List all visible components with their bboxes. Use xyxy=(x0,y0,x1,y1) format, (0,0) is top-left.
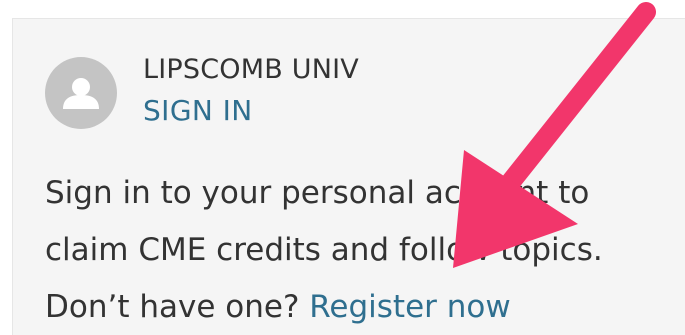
sign-in-link[interactable]: SIGN IN xyxy=(143,94,253,128)
no-account-text: Don’t have one? xyxy=(45,289,310,325)
message-line-1: Sign in to your personal account to xyxy=(45,175,590,211)
message-line-3: Don’t have one? Register now xyxy=(45,279,675,335)
sign-in-message: Sign in to your personal account to clai… xyxy=(45,165,675,335)
institution-name: LIPSCOMB UNIV xyxy=(143,54,359,85)
register-now-link[interactable]: Register now xyxy=(309,289,510,325)
user-avatar-icon xyxy=(45,57,117,129)
user-silhouette-icon xyxy=(63,78,99,109)
message-line-2: claim CME credits and follow topics. xyxy=(45,232,603,268)
